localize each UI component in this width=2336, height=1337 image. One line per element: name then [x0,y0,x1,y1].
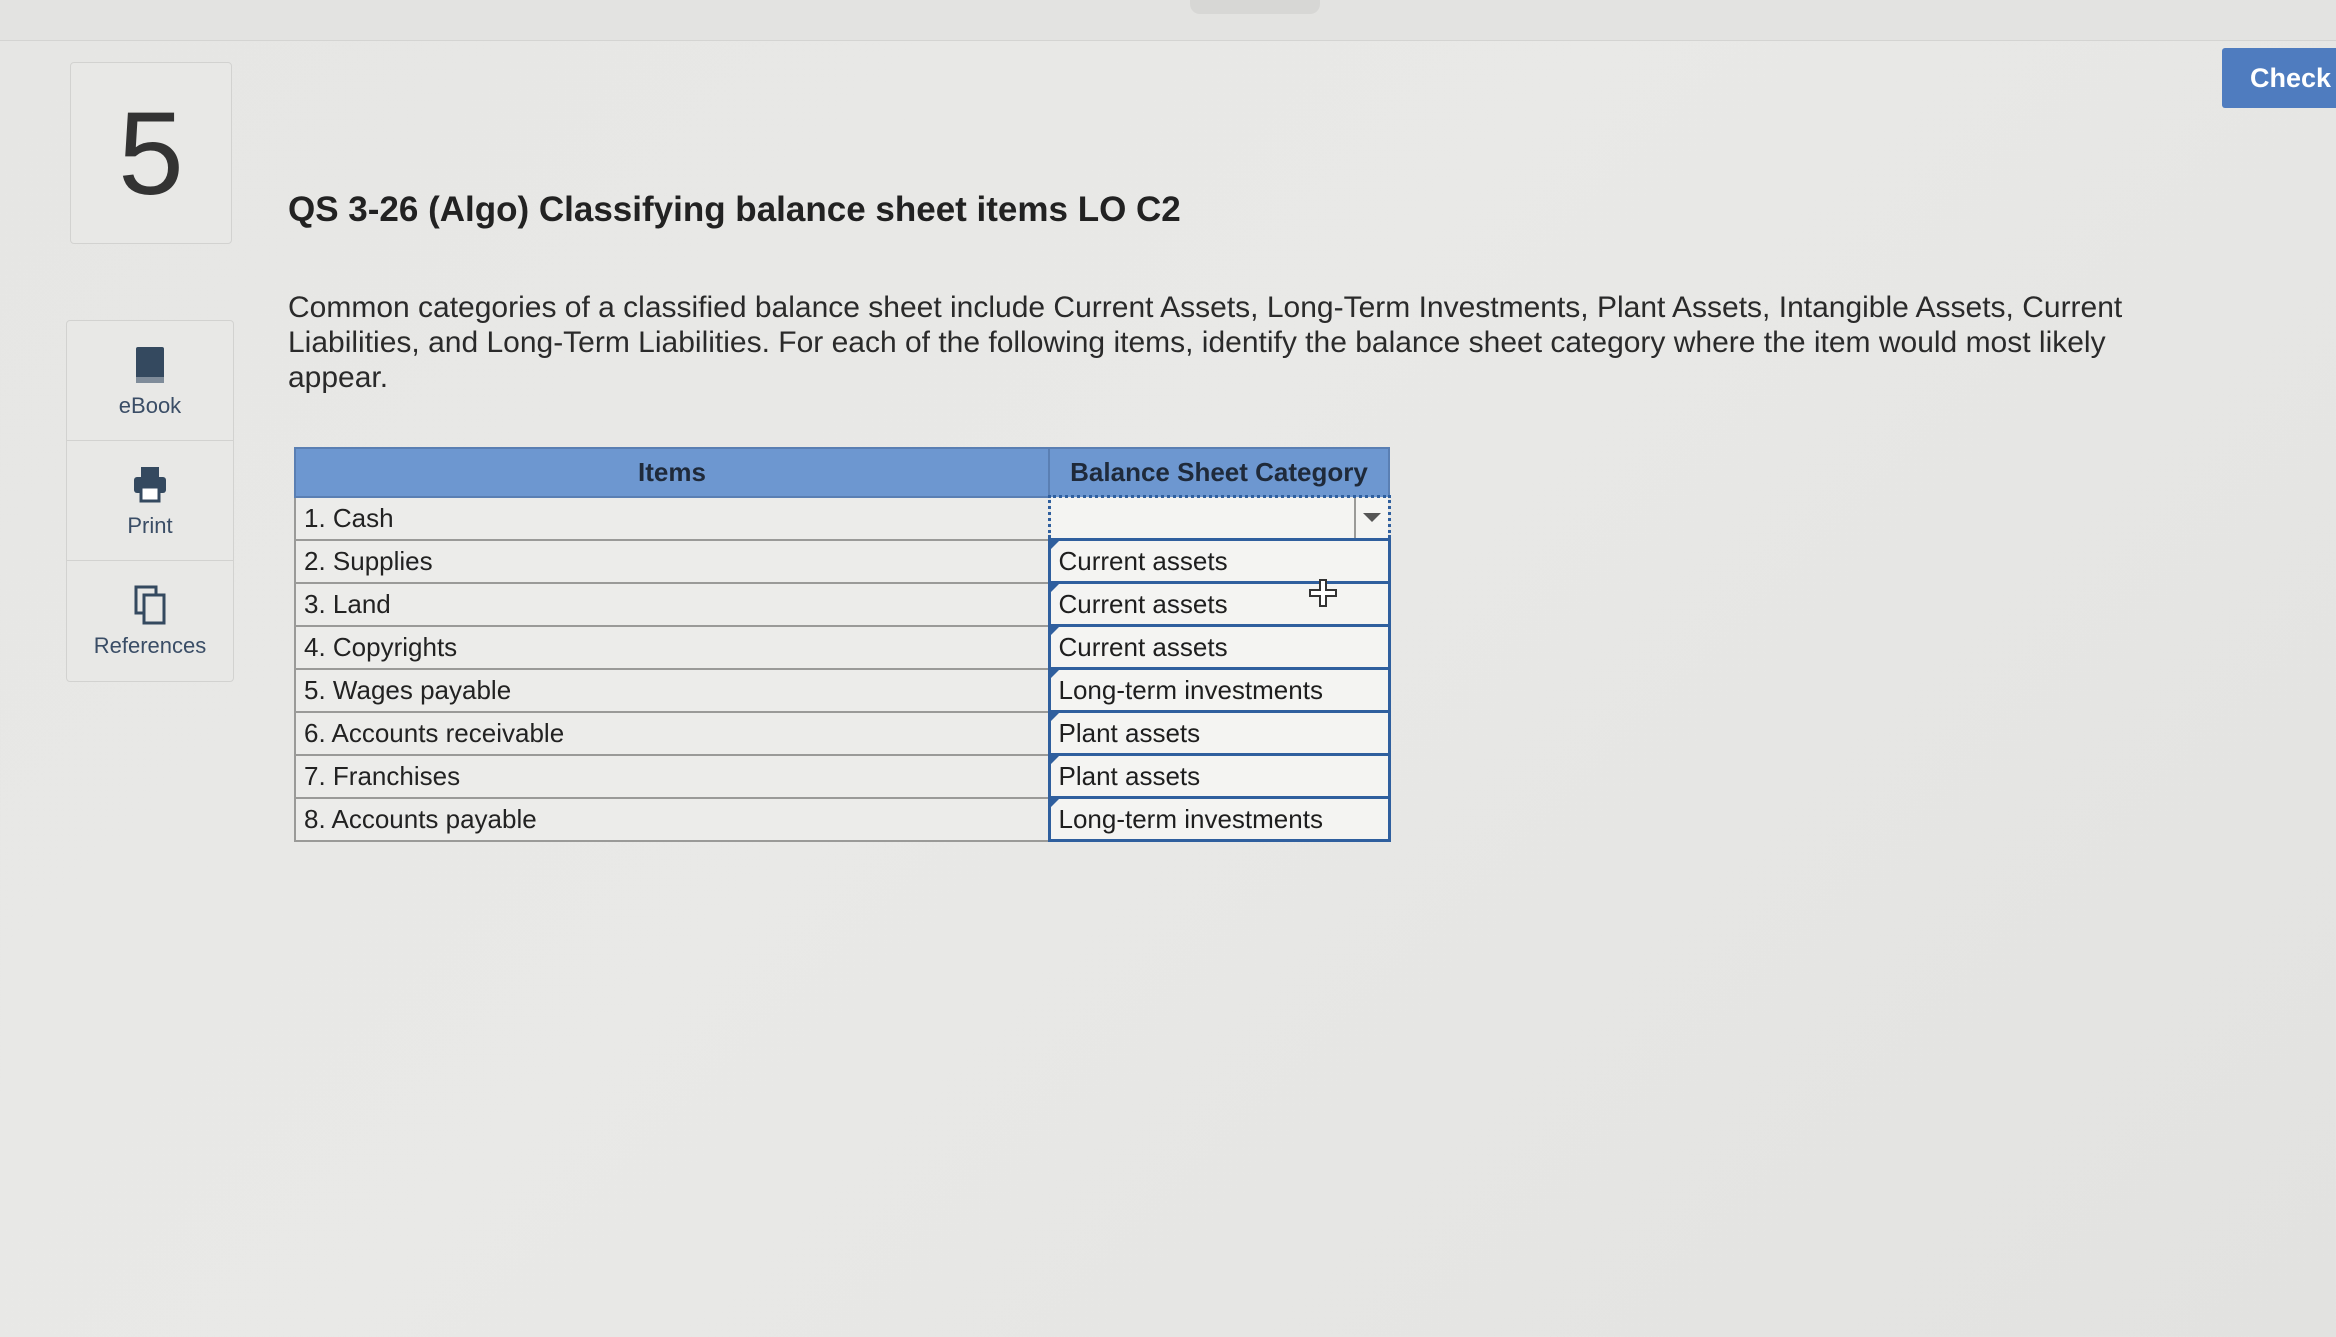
item-cell: 4. Copyrights [294,624,1050,670]
category-select[interactable]: Current assets [1047,581,1391,627]
category-value: Plant assets [1058,760,1201,791]
sidebar-item-label: eBook [118,393,182,418]
corner-marker [1050,541,1059,549]
category-select[interactable]: Plant assets [1047,710,1391,756]
table-row: 6. Accounts receivable Plant assets [294,710,1391,756]
book-icon [136,347,164,383]
documents-icon [134,585,166,625]
item-cell: 6. Accounts receivable [294,710,1050,756]
table-row: 8. Accounts payable Long-term investment… [294,796,1391,842]
table-row: 1. Cash [294,495,1391,541]
item-cell: 1. Cash [294,495,1050,541]
category-select[interactable] [1047,495,1391,541]
category-value: Current assets [1058,631,1228,662]
category-value: Current assets [1058,545,1228,576]
column-header-category: Balance Sheet Category [1048,447,1390,498]
item-cell: 8. Accounts payable [294,796,1050,842]
category-value: Plant assets [1058,717,1201,748]
top-tab[interactable] [1190,0,1320,14]
move-cursor-icon [1309,579,1337,607]
table-header-row: Items Balance Sheet Category [294,447,1390,498]
corner-marker [1050,756,1059,764]
question-title: QS 3-26 (Algo) Classifying balance sheet… [288,190,1181,229]
sidebar-item-label: Print [127,513,173,538]
question-number: 5 [70,62,232,244]
corner-marker [1050,670,1059,678]
corner-marker [1050,799,1059,807]
item-cell: 5. Wages payable [294,667,1050,713]
table-row: 5. Wages payable Long-term investments [294,667,1391,713]
table-row: 4. Copyrights Current assets [294,624,1391,670]
item-cell: 3. Land [294,581,1050,627]
corner-marker [1050,713,1059,721]
sidebar-item-label: References [93,633,207,658]
table-row: 2. Supplies Current assets [294,538,1391,584]
table-row: 7. Franchises Plant assets [294,753,1391,799]
sidebar-item-ebook[interactable]: eBook [67,321,233,441]
item-cell: 2. Supplies [294,538,1050,584]
item-cell: 7. Franchises [294,753,1050,799]
sidebar-item-print[interactable]: Print [67,441,233,561]
question-instructions: Common categories of a classified balanc… [288,291,2123,394]
table-row: 3. Land Current assets [294,581,1391,627]
check-button[interactable]: Check [2222,48,2336,108]
category-value: Long-term investments [1058,674,1323,705]
column-header-items: Items [294,447,1050,498]
sidebar: eBook Print References [66,320,234,682]
category-value: Current assets [1058,588,1228,619]
corner-marker [1050,627,1059,635]
classification-table: Items Balance Sheet Category 1. Cash 2. … [294,447,1391,842]
printer-icon [134,467,166,503]
category-value: Long-term investments [1058,803,1323,834]
category-select[interactable]: Plant assets [1047,753,1391,799]
category-select[interactable]: Current assets [1047,538,1391,584]
category-select[interactable]: Long-term investments [1047,667,1391,713]
category-select[interactable]: Current assets [1047,624,1391,670]
corner-marker [1050,584,1059,592]
category-select[interactable]: Long-term investments [1047,796,1391,842]
top-strip [0,0,2336,41]
chevron-down-icon[interactable] [1353,498,1388,538]
sidebar-item-references[interactable]: References [67,561,233,681]
